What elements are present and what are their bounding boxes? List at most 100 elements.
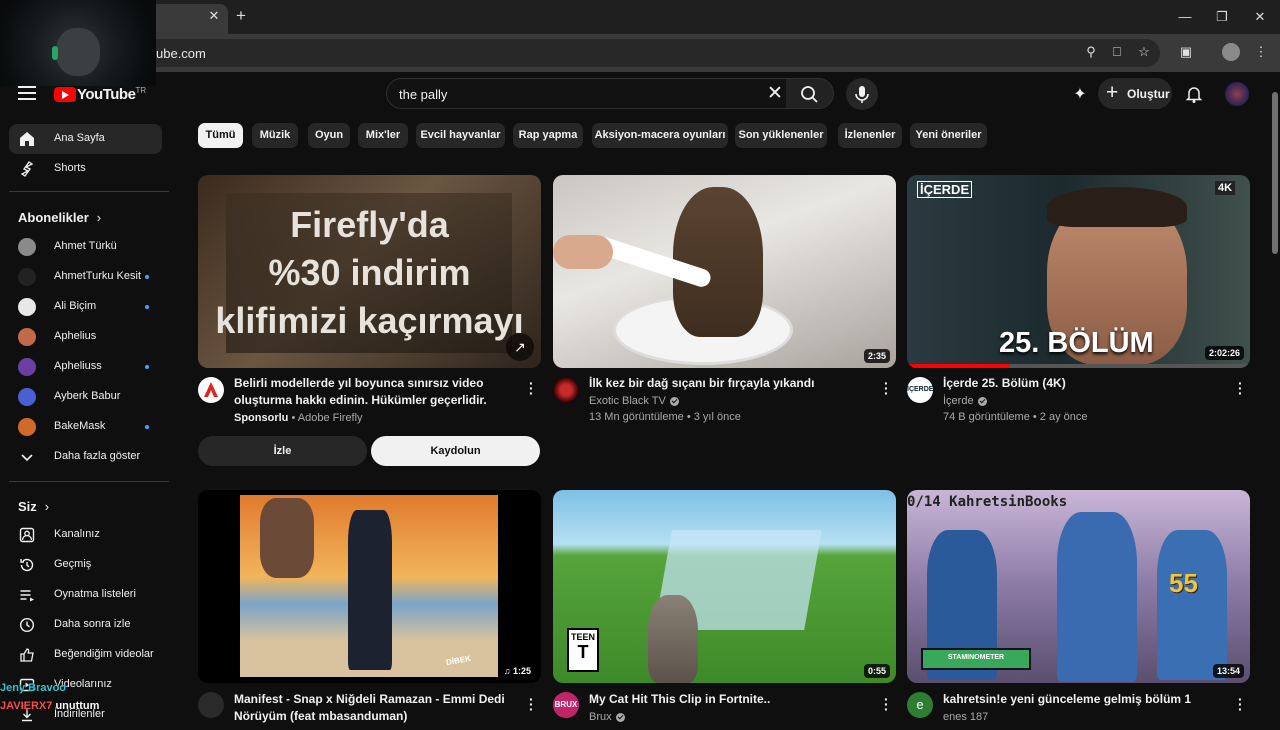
thumbnail-counter-text: 0/14 KahretsinBooks xyxy=(907,494,1068,510)
profile-avatar[interactable] xyxy=(1222,43,1240,61)
sidebar-item-watch-later[interactable]: Daha sonra izle xyxy=(9,610,162,640)
video-title[interactable]: Manifest - Snap x Niğdeli Ramazan - Emmi… xyxy=(234,691,505,708)
sidebar-item-sub-ahmet-t-rk[interactable]: Ahmet Türkü xyxy=(9,232,162,262)
clear-search-icon[interactable]: ✕ xyxy=(767,84,783,103)
search-box[interactable]: the pally ✕ xyxy=(386,78,794,109)
ad-title-line1[interactable]: Belirli modellerde yıl boyunca sınırsız … xyxy=(234,375,483,392)
home-icon xyxy=(18,130,36,148)
chip-evcil-hayvanlar[interactable]: Evcil hayvanlar xyxy=(416,123,505,148)
sidebar-item-playlists[interactable]: Oynatma listeleri xyxy=(9,580,162,610)
sidebar-item-home[interactable]: Ana Sayfa xyxy=(9,124,162,154)
video-more-icon[interactable]: · · · xyxy=(884,376,889,400)
signup-button[interactable]: Kaydolun xyxy=(371,436,540,466)
sidebar-item-sub-ayberk-babur[interactable]: Ayberk Babur xyxy=(9,382,162,412)
address-bar[interactable]: ube.com xyxy=(120,39,1160,67)
notifications-bell-icon[interactable] xyxy=(1184,84,1204,104)
video-title[interactable]: İlk kez bir dağ sıçanı bir fırçayla yıka… xyxy=(589,375,814,392)
esrb-teen-badge: TEEN T xyxy=(567,628,599,672)
ad-thumbnail[interactable]: Firefly'da %30 indirim klifimizi kaçırma… xyxy=(198,175,541,368)
video-more-icon[interactable]: · · · xyxy=(1238,376,1243,400)
ai-spark-icon[interactable]: ✦ xyxy=(1070,84,1090,104)
liked-icon xyxy=(18,646,36,664)
zoom-icon[interactable]: ⚲ xyxy=(1082,43,1100,61)
hamburger-menu-icon[interactable] xyxy=(18,86,36,100)
close-window-icon[interactable]: ✕ xyxy=(1250,8,1270,26)
chevron-down-icon xyxy=(18,448,36,466)
video-title[interactable]: İçerde 25. Bölüm (4K) xyxy=(943,375,1066,392)
show-more-button[interactable]: Daha fazla göster xyxy=(9,442,162,472)
watch-button[interactable]: İzle xyxy=(198,436,367,466)
ad-title-line2[interactable]: oluşturma hakkı edinin. Hükümler geçerli… xyxy=(234,392,487,409)
sidebar-item-sub-bakemask[interactable]: BakeMask xyxy=(9,412,162,442)
sidebar-item-channel[interactable]: Kanalınız xyxy=(9,520,162,550)
sidebar-item-liked[interactable]: Beğendiğim videolar xyxy=(9,640,162,670)
sidebar-item-history[interactable]: Geçmiş xyxy=(9,550,162,580)
chip-yeni-neriler[interactable]: Yeni öneriler xyxy=(910,123,987,148)
bookmark-star-icon[interactable]: ☆ xyxy=(1135,43,1153,61)
channel-avatar[interactable]: e xyxy=(907,692,933,718)
sidebar-item-sub-apheliuss[interactable]: Apheliuss xyxy=(9,352,162,382)
scrollbar-thumb[interactable] xyxy=(1272,92,1278,254)
restore-icon[interactable]: ❐ xyxy=(1212,8,1232,26)
video-thumbnail[interactable]: 2:35 xyxy=(553,175,896,368)
chevron-right-icon: › xyxy=(44,499,50,514)
video-title[interactable]: My Cat Hit This Clip in Fortnite.. xyxy=(589,691,770,708)
video-thumbnail[interactable]: İÇERDE 4K 25. BÖLÜM 2:02:26 xyxy=(907,175,1250,368)
duration-badge: 13:54 xyxy=(1212,664,1244,678)
video-more-icon[interactable]: · · · xyxy=(529,692,534,716)
video-meta: 13 Mn görüntüleme • 3 yıl önce xyxy=(589,411,741,423)
sidebar-item-sub-ahmetturku-kesit[interactable]: AhmetTurku Kesit xyxy=(9,262,162,292)
subscriptions-heading[interactable]: Abonelikler › xyxy=(18,210,101,225)
video-title-line2[interactable]: Nörüyüm (feat mbasanduman) xyxy=(234,708,407,725)
chip-i-zlenenler[interactable]: İzlenenler xyxy=(838,123,902,148)
install-app-icon[interactable]: ⎕ xyxy=(1108,43,1126,61)
search-button[interactable] xyxy=(786,78,834,109)
number-badge: 55 xyxy=(1169,568,1198,598)
chip-t-m[interactable]: Tümü xyxy=(198,123,243,148)
channel-avatar[interactable] xyxy=(198,692,224,718)
page-scrollbar[interactable] xyxy=(1270,72,1280,720)
video-thumbnail[interactable]: TEEN T 0:55 xyxy=(553,490,896,683)
video-more-icon[interactable]: · · · xyxy=(884,692,889,716)
chip-aksiyon-macera-oyunlar[interactable]: Aksiyon-macera oyunları xyxy=(592,123,728,148)
channel-avatar[interactable] xyxy=(553,377,579,403)
create-button[interactable]: + Oluştur xyxy=(1098,78,1172,109)
account-avatar[interactable] xyxy=(1225,82,1249,106)
channel-name[interactable]: Exotic Black TV xyxy=(589,395,679,407)
shorts-icon xyxy=(18,160,36,178)
chevron-right-icon: › xyxy=(96,210,102,225)
chip-oyun[interactable]: Oyun xyxy=(308,123,350,148)
channel-name[interactable]: Brux xyxy=(589,711,625,723)
chip-mix-ler[interactable]: Mix'ler xyxy=(358,123,408,148)
chip-m-zik[interactable]: Müzik xyxy=(252,123,298,148)
you-heading[interactable]: Siz › xyxy=(18,499,49,514)
sidebar-item-shorts[interactable]: Shorts xyxy=(9,154,162,184)
external-link-icon[interactable]: ↗ xyxy=(506,333,534,361)
channel-avatar xyxy=(18,388,36,406)
voice-search-button[interactable] xyxy=(846,78,878,110)
video-thumbnail[interactable]: 0/14 KahretsinBooks 55 STAMINOMETER 13:5… xyxy=(907,490,1250,683)
browser-menu-icon[interactable]: ⋮ xyxy=(1252,43,1270,61)
character-figure xyxy=(1157,530,1227,680)
ad-sponsor-line: Sponsorlu • Adobe Firefly xyxy=(234,412,363,424)
new-tab-button[interactable]: + xyxy=(236,7,252,25)
sidebar-item-sub-aphelius[interactable]: Aphelius xyxy=(9,322,162,352)
channel-name[interactable]: İçerde xyxy=(943,395,987,407)
channel-name[interactable]: enes 187 xyxy=(943,711,988,723)
video-title[interactable]: kahretsin!e yeni günceleme gelmiş bölüm … xyxy=(943,691,1191,708)
sidebar-item-sub-ali-bi-im[interactable]: Ali Biçim xyxy=(9,292,162,322)
video-thumbnail[interactable]: DİBEK ♫ 1:25 xyxy=(198,490,541,683)
minimize-icon[interactable]: — xyxy=(1175,8,1195,26)
channel-avatar[interactable]: İÇERDE xyxy=(907,377,933,403)
channel-avatar[interactable]: BRUX xyxy=(553,692,579,718)
chip-rap-yapma[interactable]: Rap yapma xyxy=(513,123,583,148)
ad-more-icon[interactable]: · · · xyxy=(529,376,534,400)
search-input[interactable]: the pally xyxy=(399,87,447,102)
adobe-firefly-avatar[interactable] xyxy=(198,377,224,403)
youtube-logo[interactable]: YouTubeTR xyxy=(54,86,146,103)
channel-avatar xyxy=(18,358,36,376)
extensions-icon[interactable]: ▣ xyxy=(1177,43,1195,61)
chip-son-y-klenenler[interactable]: Son yüklenenler xyxy=(735,123,827,148)
video-more-icon[interactable]: · · · xyxy=(1238,692,1243,716)
tab-close-icon[interactable]: ✕ xyxy=(206,8,222,24)
